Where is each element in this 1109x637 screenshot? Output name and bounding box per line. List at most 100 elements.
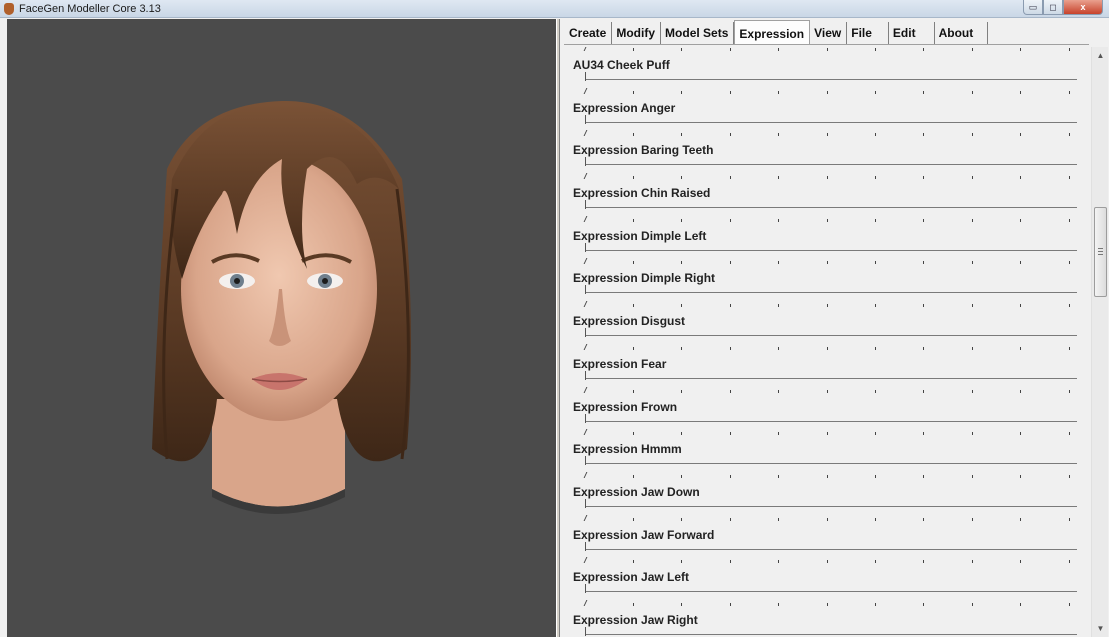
slider-tick [972, 474, 973, 478]
face-render[interactable] [7, 19, 556, 637]
slider-row: AU34 Cheek Puff [560, 47, 1089, 85]
slider-track[interactable] [585, 548, 1077, 550]
slider-label: Expression Jaw Right [573, 612, 698, 627]
slider-thumb[interactable] [585, 157, 586, 167]
slider-thumb[interactable] [585, 626, 586, 636]
slider-track[interactable] [585, 164, 1077, 166]
slider-tick [827, 432, 828, 436]
slider-track[interactable] [585, 591, 1077, 593]
slider-thumb[interactable] [585, 541, 586, 551]
slider-tick [875, 304, 876, 308]
slider-tick [827, 261, 828, 265]
slider-row: Expression Frown [560, 384, 1089, 427]
slider-tick [923, 389, 924, 393]
slider-tick [730, 389, 731, 393]
tab-create[interactable]: Create [565, 22, 613, 44]
slider-thumb[interactable] [585, 114, 586, 124]
slider-tick [730, 133, 731, 137]
tab-edit[interactable]: Edit [889, 22, 935, 44]
slider-tick [1069, 48, 1070, 51]
slider-tick [730, 560, 731, 564]
slider-tick [972, 304, 973, 308]
slider-track[interactable] [585, 249, 1077, 251]
slider-tick [633, 346, 634, 350]
slider-tick [972, 517, 973, 521]
slider-ticks [583, 514, 1077, 523]
slider-tick [1069, 346, 1070, 350]
slider-track[interactable] [585, 633, 1077, 635]
slider-tick [972, 48, 973, 51]
slider-track[interactable] [585, 292, 1077, 294]
slider-list[interactable]: AU34 Cheek Puff Expression Anger Expressio… [560, 47, 1089, 637]
slider-track[interactable] [585, 207, 1077, 209]
slider-thumb[interactable] [585, 584, 586, 594]
slider-tick [633, 517, 634, 521]
slider-track[interactable] [585, 420, 1077, 422]
close-button[interactable]: x [1063, 0, 1103, 15]
slider-tick [827, 304, 828, 308]
tab-expression[interactable]: Expression [734, 20, 811, 44]
slider-thumb[interactable] [585, 285, 586, 295]
tab-file[interactable]: File [847, 22, 889, 44]
tab-model-sets[interactable]: Model Sets [661, 22, 735, 44]
3d-face-viewport[interactable] [7, 19, 556, 637]
slider-track[interactable] [585, 335, 1077, 337]
slider-thumb[interactable] [585, 72, 586, 81]
maximize-button[interactable]: ◻ [1043, 0, 1063, 15]
slider-thumb[interactable] [585, 370, 586, 380]
slider-tick [875, 48, 876, 51]
slider-track[interactable] [585, 121, 1077, 123]
slider-tick [1020, 389, 1021, 393]
slider-tick [875, 560, 876, 564]
slider-tick [778, 346, 779, 350]
slider-tick [778, 304, 779, 308]
slider-tick [1020, 90, 1021, 94]
slider-thumb[interactable] [585, 498, 586, 508]
tab-modify[interactable]: Modify [612, 22, 662, 44]
slider-ticks [583, 471, 1077, 480]
slider-row: Expression Fear [560, 341, 1089, 384]
slider-thumb[interactable] [585, 456, 586, 466]
scroll-down-arrow[interactable]: ▼ [1092, 620, 1109, 637]
slider-ticks [583, 173, 1077, 181]
slider-tick [633, 560, 634, 564]
slider-thumb[interactable] [585, 242, 586, 252]
slider-tick [583, 386, 588, 393]
scroll-up-arrow[interactable]: ▲ [1092, 47, 1109, 64]
slider-tick [583, 599, 588, 606]
slider-tick [633, 133, 634, 137]
slider-tick [583, 87, 588, 94]
slider-tick [681, 560, 682, 564]
tab-bar: Create Modify Model Sets Expression View… [565, 20, 989, 44]
slider-tick [730, 90, 731, 94]
slider-tick [875, 602, 876, 606]
slider-tick [1069, 432, 1070, 436]
slider-thumb[interactable] [585, 200, 586, 210]
slider-tick [875, 474, 876, 478]
slider-label: Expression Fear [573, 356, 667, 371]
minimize-button[interactable]: ▭ [1023, 0, 1043, 15]
slider-track[interactable] [585, 377, 1077, 379]
slider-tick [827, 517, 828, 521]
vertical-scrollbar[interactable]: ▲ ▼ [1091, 47, 1108, 637]
slider-tick [923, 90, 924, 94]
slider-tick [1069, 133, 1070, 137]
slider-track[interactable] [585, 505, 1077, 507]
slider-tick [1069, 90, 1070, 94]
tab-about[interactable]: About [935, 22, 989, 44]
scrollbar-thumb[interactable] [1094, 207, 1107, 297]
slider-label: Expression Anger [573, 100, 676, 115]
slider-thumb[interactable] [585, 413, 586, 423]
slider-tick [875, 517, 876, 521]
slider-row: Expression Jaw Forward [560, 512, 1089, 555]
slider-track[interactable] [585, 463, 1077, 465]
slider-ticks [583, 258, 1077, 266]
slider-label: Expression Hmmm [573, 442, 682, 457]
slider-thumb[interactable] [585, 328, 586, 338]
slider-tick [730, 346, 731, 350]
slider-ticks [583, 429, 1077, 437]
window-title: FaceGen Modeller Core 3.13 [19, 3, 161, 15]
slider-track[interactable] [585, 79, 1077, 80]
tab-view[interactable]: View [810, 22, 848, 44]
slider-tick [778, 474, 779, 478]
